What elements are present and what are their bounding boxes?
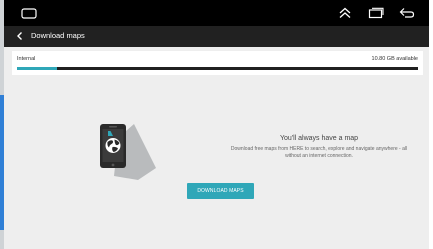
chevron-left-icon[interactable] [13, 29, 27, 43]
system-bar [4, 0, 429, 26]
back-arrow-icon[interactable] [396, 3, 418, 23]
storage-available: 10.80 GB available [371, 56, 418, 62]
title-bar: Download maps [4, 26, 429, 47]
download-maps-button[interactable]: DOWNLOAD MAPS [187, 183, 254, 199]
promo-heading: You'll always have a map [279, 135, 359, 142]
right-edge [429, 0, 433, 249]
promo-description: Download free maps from HERE to search, … [230, 146, 408, 159]
page-title: Download maps [31, 31, 85, 40]
storage-bar [17, 67, 418, 70]
phone-globe-icon [94, 118, 160, 180]
overview-icon[interactable] [365, 3, 387, 23]
double-chevron-up-icon[interactable] [334, 3, 356, 23]
storage-bar-fill [17, 67, 58, 70]
app-window: Download maps Internal 10.80 GB availabl… [4, 0, 429, 249]
storage-panel: Internal 10.80 GB available [12, 51, 423, 75]
storage-label: Internal [17, 56, 36, 62]
home-icon[interactable] [18, 3, 40, 23]
